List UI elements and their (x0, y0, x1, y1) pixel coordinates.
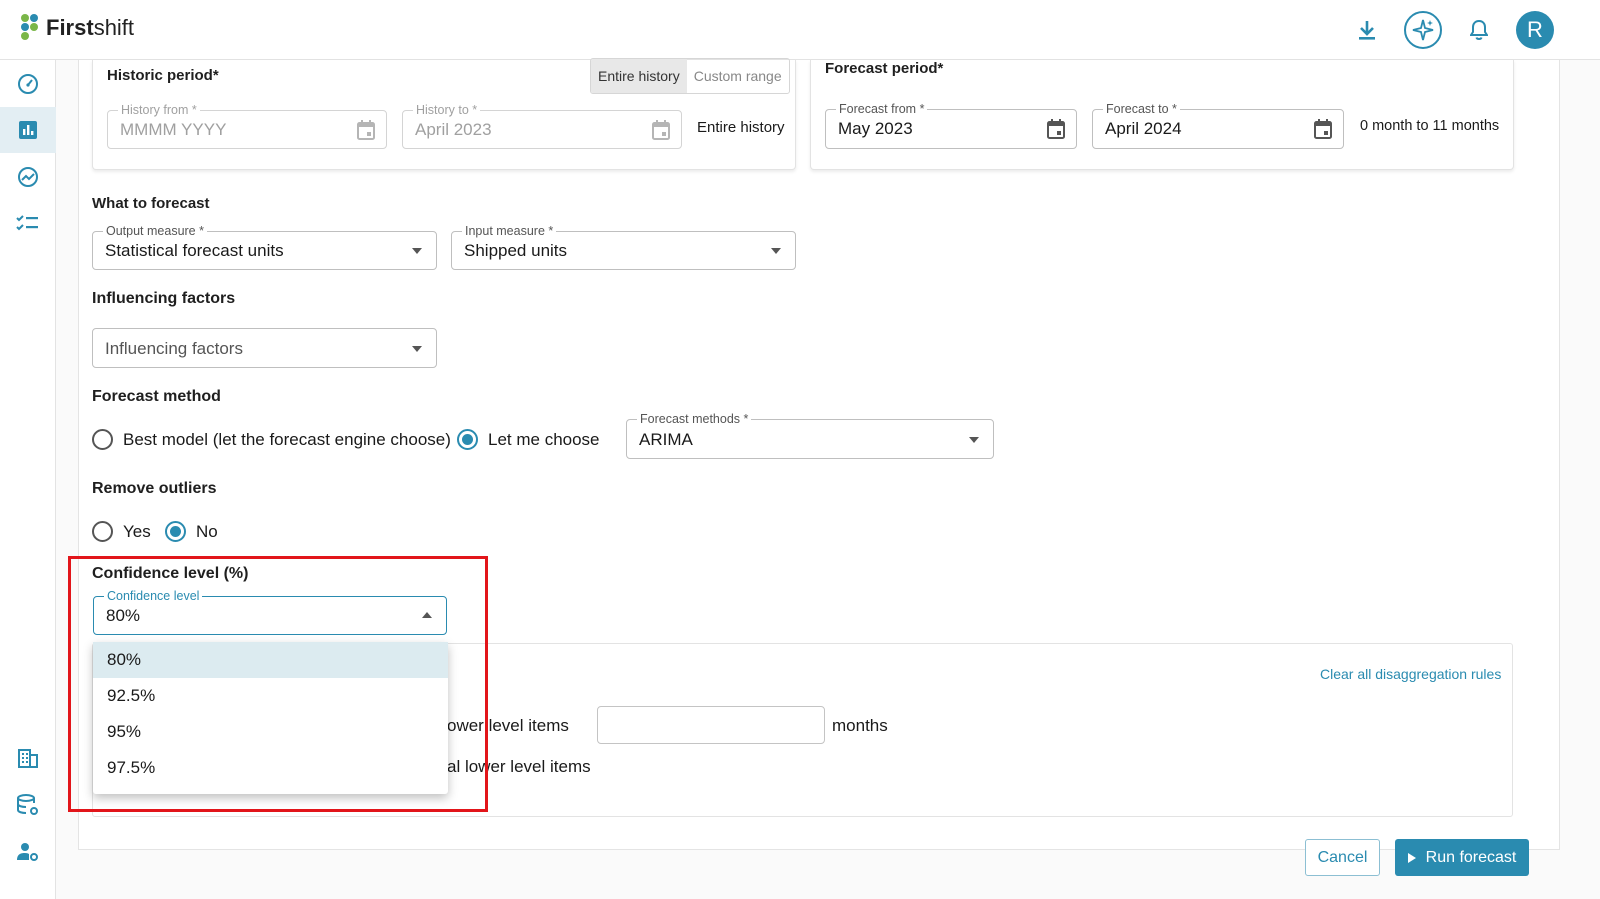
calendar-icon[interactable] (356, 119, 376, 146)
disaggregation-rule-2-text: al lower level items (447, 757, 591, 776)
trend-icon[interactable] (0, 154, 56, 200)
confidence-option-92-5[interactable]: 92.5% (93, 678, 448, 714)
history-range-toggle: Entire history Custom range (590, 58, 790, 94)
months-label: months (832, 716, 888, 735)
remove-outliers-title: Remove outliers (92, 480, 217, 497)
forecast-from-label: Forecast from * (836, 102, 928, 116)
chevron-down-icon (412, 248, 422, 254)
history-from-placeholder: MMMM YYYY (120, 120, 227, 139)
history-to-label: History to * (413, 103, 481, 117)
calendar-icon[interactable] (1046, 118, 1066, 145)
confidence-option-97-5[interactable]: 97.5% (93, 750, 448, 786)
radio-button-selected[interactable] (165, 521, 186, 542)
user-avatar[interactable]: R (1516, 11, 1554, 49)
history-summary: Entire history (697, 119, 785, 136)
influencing-factors-select[interactable]: Influencing factors (92, 328, 437, 368)
forecast-to-label: Forecast to * (1103, 102, 1180, 116)
logo-text: Firstshift (46, 15, 135, 40)
forecast-method-title: Forecast method (92, 388, 221, 405)
toggle-custom-range[interactable]: Custom range (687, 59, 789, 93)
database-settings-icon[interactable] (0, 782, 56, 828)
input-measure-value: Shipped units (464, 241, 568, 260)
chevron-up-icon (422, 612, 432, 618)
run-forecast-label: Run forecast (1425, 848, 1517, 866)
notification-bell-icon[interactable] (1460, 11, 1498, 49)
history-to-value: April 2023 (415, 120, 492, 139)
top-bar: Firstshift R (0, 0, 1600, 60)
checklist-icon[interactable] (0, 201, 56, 247)
confidence-option-95[interactable]: 95% (93, 714, 448, 750)
confidence-level-select[interactable]: Confidence level 80% (93, 589, 447, 635)
forecast-methods-label: Forecast methods * (637, 412, 752, 426)
radio-best-model[interactable]: Best model (let the forecast engine choo… (92, 429, 451, 450)
history-from-field[interactable]: History from * MMMM YYYY (107, 103, 387, 149)
run-forecast-button[interactable]: Run forecast (1395, 839, 1529, 876)
confidence-level-value: 80% (106, 606, 141, 625)
confidence-level-dropdown: 80% 92.5% 95% 97.5% (93, 642, 448, 794)
ai-sparkle-icon[interactable] (1404, 11, 1442, 49)
radio-button[interactable] (92, 429, 113, 450)
radio-button[interactable] (92, 521, 113, 542)
building-icon[interactable] (0, 735, 56, 781)
play-icon (1407, 852, 1416, 863)
forecast-to-value: April 2024 (1105, 119, 1182, 138)
confidence-option-80[interactable]: 80% (93, 642, 448, 678)
speedometer-icon[interactable] (0, 61, 56, 107)
history-from-label: History from * (118, 103, 200, 117)
user-settings-icon[interactable] (0, 829, 56, 875)
influencing-factors-title: Influencing factors (92, 290, 236, 307)
output-measure-select[interactable]: Output measure * Statistical forecast un… (92, 224, 437, 270)
months-input[interactable] (597, 706, 825, 744)
radio-outliers-yes-label: Yes (123, 521, 151, 541)
chevron-down-icon (969, 437, 979, 443)
radio-let-me-choose[interactable]: Let me choose (457, 429, 600, 450)
historic-period-title: Historic period* (107, 67, 219, 84)
radio-best-model-label: Best model (let the forecast engine choo… (123, 429, 451, 449)
history-to-field[interactable]: History to * April 2023 (402, 103, 682, 149)
what-to-forecast-title: What to forecast (92, 195, 210, 212)
calendar-icon[interactable] (651, 119, 671, 146)
influencing-factors-placeholder: Influencing factors (105, 339, 243, 358)
output-measure-label: Output measure * (103, 224, 207, 238)
cancel-button[interactable]: Cancel (1305, 839, 1380, 876)
output-measure-value: Statistical forecast units (105, 241, 284, 260)
radio-outliers-no-label: No (196, 521, 218, 541)
confidence-level-title: Confidence level (%) (92, 565, 249, 582)
radio-let-me-choose-label: Let me choose (488, 429, 600, 449)
forecast-methods-value: ARIMA (639, 430, 693, 449)
disaggregation-rule-1-text: ower level items (447, 716, 569, 735)
clear-disaggregation-link[interactable]: Clear all disaggregation rules (1320, 666, 1501, 682)
input-measure-select[interactable]: Input measure * Shipped units (451, 224, 796, 270)
toggle-entire-history[interactable]: Entire history (591, 59, 687, 93)
input-measure-label: Input measure * (462, 224, 557, 238)
bar-chart-icon[interactable] (0, 107, 56, 153)
forecast-methods-select[interactable]: Forecast methods * ARIMA (626, 412, 994, 459)
sidebar (0, 60, 56, 899)
confidence-level-label: Confidence level (104, 589, 203, 603)
forecast-from-field[interactable]: Forecast from * May 2023 (825, 102, 1077, 149)
radio-outliers-yes[interactable]: Yes (92, 521, 151, 542)
forecast-from-value: May 2023 (838, 119, 913, 138)
chevron-down-icon (412, 346, 422, 352)
firstshift-logo[interactable]: Firstshift (20, 13, 134, 43)
calendar-icon[interactable] (1313, 118, 1333, 145)
radio-outliers-no[interactable]: No (165, 521, 218, 542)
forecast-to-field[interactable]: Forecast to * April 2024 (1092, 102, 1344, 149)
logo-mark-icon (21, 14, 38, 40)
chevron-down-icon (771, 248, 781, 254)
download-icon[interactable] (1348, 11, 1386, 49)
forecast-period-title: Forecast period* (825, 60, 944, 77)
radio-button-selected[interactable] (457, 429, 478, 450)
forecast-period-summary: 0 month to 11 months (1360, 118, 1500, 134)
